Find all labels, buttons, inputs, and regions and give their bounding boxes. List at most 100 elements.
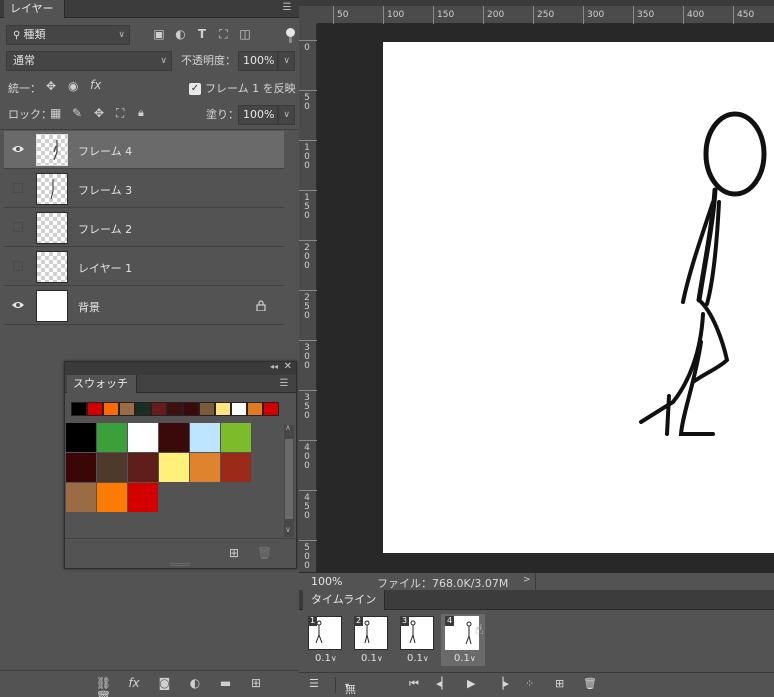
tab-layers[interactable]: レイヤー [4, 0, 65, 18]
lock-artboard-icon[interactable]: ⛶ [116, 106, 124, 121]
frame-delay[interactable]: 0.1∨ [315, 653, 337, 664]
scroll-down-icon[interactable]: ∨ [285, 525, 291, 534]
chevron-right-icon[interactable]: > [523, 575, 531, 585]
timeline-frame-1[interactable]: 1 0.1∨ [305, 614, 345, 666]
tab-swatches[interactable]: スウォッチ [67, 375, 137, 393]
color-swatch[interactable] [128, 453, 158, 482]
unify-visibility-icon[interactable]: ◉ [68, 79, 78, 93]
recent-color-swatch[interactable] [247, 402, 263, 416]
color-swatch[interactable] [190, 453, 220, 482]
convert-timeline-icon[interactable]: ☰ [309, 677, 319, 690]
new-swatch-icon[interactable]: ⊞ [229, 546, 239, 560]
image-filter-icon[interactable]: ▣ [150, 27, 168, 41]
fx-icon[interactable]: fx [121, 676, 148, 690]
document-canvas[interactable] [383, 42, 774, 553]
panel-menu-icon[interactable]: ☰ [278, 379, 290, 389]
scroll-up-icon[interactable]: ∧ [285, 423, 291, 432]
color-swatch[interactable] [221, 423, 251, 452]
swatches-title-bar[interactable]: ◂◂ ✕ [65, 361, 296, 375]
resize-grip[interactable] [170, 563, 190, 566]
color-swatch[interactable] [159, 423, 189, 452]
opacity-slider-button[interactable]: ∨ [278, 51, 295, 71]
blend-mode-select[interactable]: 通常 ∨ [6, 51, 172, 71]
lock-all-icon[interactable]: 🔒︎ [138, 106, 144, 120]
smart-object-filter-icon[interactable]: ◫ [236, 27, 254, 41]
panel-menu-icon[interactable]: ☰ [281, 3, 293, 13]
fill-field[interactable]: 100% [238, 105, 278, 125]
visibility-toggle[interactable] [13, 183, 23, 193]
duplicate-frame-icon[interactable]: ⊞ [555, 677, 564, 690]
color-swatch[interactable] [159, 453, 189, 482]
unify-position-icon[interactable]: ✥ [46, 79, 56, 93]
visibility-toggle[interactable] [13, 261, 23, 271]
close-icon[interactable]: ✕ [284, 361, 292, 372]
recent-color-swatch[interactable] [71, 402, 87, 416]
color-swatch[interactable] [128, 483, 158, 512]
color-swatch[interactable] [221, 453, 251, 482]
frame-delay[interactable]: 0.1∨ [454, 653, 476, 664]
layer-name[interactable]: レイヤー 1 [78, 260, 132, 276]
recent-color-swatch[interactable] [103, 402, 119, 416]
layer-name[interactable]: フレーム 4 [78, 143, 132, 159]
trash-icon[interactable]: 🗑︎ [257, 546, 272, 560]
layer-name[interactable]: フレーム 2 [78, 221, 132, 237]
filter-toggle[interactable] [286, 27, 295, 43]
recent-color-swatch[interactable] [151, 402, 167, 416]
scroll-thumb[interactable] [285, 439, 293, 519]
timeline-frame-4[interactable]: 4 0.1∨ ☝ [441, 614, 485, 666]
layer-name[interactable]: 背景 [78, 299, 100, 315]
frame-delay[interactable]: 0.1∨ [361, 653, 383, 664]
unify-style-icon[interactable]: fx [90, 78, 101, 92]
filter-kind-select[interactable]: ⚲ 種類 ∨ [6, 25, 130, 45]
link-layers-icon[interactable]: ⛓ [90, 676, 117, 690]
layer-row-frame-2[interactable]: フレーム 2 [4, 209, 284, 247]
play-icon[interactable]: ▶ [467, 677, 475, 690]
zoom-level[interactable]: 100% [311, 575, 342, 588]
timeline-frame-3[interactable]: 3 0.1∨ [397, 614, 437, 666]
new-layer-icon[interactable]: ⊞ [243, 676, 270, 690]
ruler-origin[interactable] [299, 6, 317, 24]
shape-filter-icon[interactable]: ⛶ [215, 27, 233, 42]
new-group-icon[interactable]: ▬ [212, 676, 239, 690]
recent-color-swatch[interactable] [135, 402, 151, 416]
propagate-checkbox[interactable]: ✓ [189, 83, 201, 95]
fill-slider-button[interactable]: ∨ [278, 105, 295, 125]
recent-color-swatch[interactable] [119, 402, 135, 416]
layer-row-background[interactable]: 背景 [4, 287, 284, 325]
color-swatch[interactable] [190, 423, 220, 452]
layer-row-frame-4[interactable]: フレーム 4 [4, 131, 284, 169]
adjustment-filter-icon[interactable]: ◐ [172, 27, 190, 41]
add-mask-icon[interactable]: ◙ [151, 676, 178, 690]
tab-timeline[interactable]: タイムライン [303, 590, 386, 610]
color-swatch[interactable] [97, 453, 127, 482]
lock-move-icon[interactable]: ✥ [94, 106, 104, 120]
visibility-toggle[interactable] [13, 222, 23, 232]
horizontal-ruler[interactable]: 50 100 150 200 250 300 350 400 450 [317, 6, 774, 24]
layer-name[interactable]: フレーム 3 [78, 182, 132, 198]
recent-color-swatch[interactable] [167, 402, 183, 416]
lock-transparent-icon[interactable]: ▦ [50, 106, 61, 120]
first-frame-icon[interactable]: ⏮ [409, 677, 419, 691]
lock-paint-icon[interactable]: ✎ [72, 106, 82, 120]
recent-color-swatch[interactable] [215, 402, 231, 416]
timeline-frame-2[interactable]: 2 0.1∨ [351, 614, 391, 666]
vertical-ruler[interactable]: 0 50 100 150 200 250 300 350 400 450 500 [299, 24, 317, 572]
eye-icon[interactable] [11, 144, 25, 154]
recent-color-swatch[interactable] [263, 402, 279, 416]
opacity-field[interactable]: 100% [238, 51, 278, 71]
next-frame-icon[interactable]: ▕▸ [495, 677, 509, 690]
color-swatch[interactable] [128, 423, 158, 452]
color-swatch[interactable] [97, 483, 127, 512]
swatches-scrollbar[interactable]: ∧ ∨ [284, 423, 294, 537]
color-swatch[interactable] [97, 423, 127, 452]
color-swatch[interactable] [66, 423, 96, 452]
recent-color-swatch[interactable] [231, 402, 247, 416]
adjustment-layer-icon[interactable]: ◐ [182, 676, 209, 690]
eye-icon[interactable] [11, 300, 25, 310]
previous-frame-icon[interactable]: ◂▏ [436, 677, 450, 690]
recent-color-swatch[interactable] [199, 402, 215, 416]
recent-color-swatch[interactable] [87, 402, 103, 416]
layer-row-frame-3[interactable]: フレーム 3 [4, 170, 284, 208]
color-swatch[interactable] [66, 453, 96, 482]
type-filter-icon[interactable]: T [193, 27, 211, 41]
